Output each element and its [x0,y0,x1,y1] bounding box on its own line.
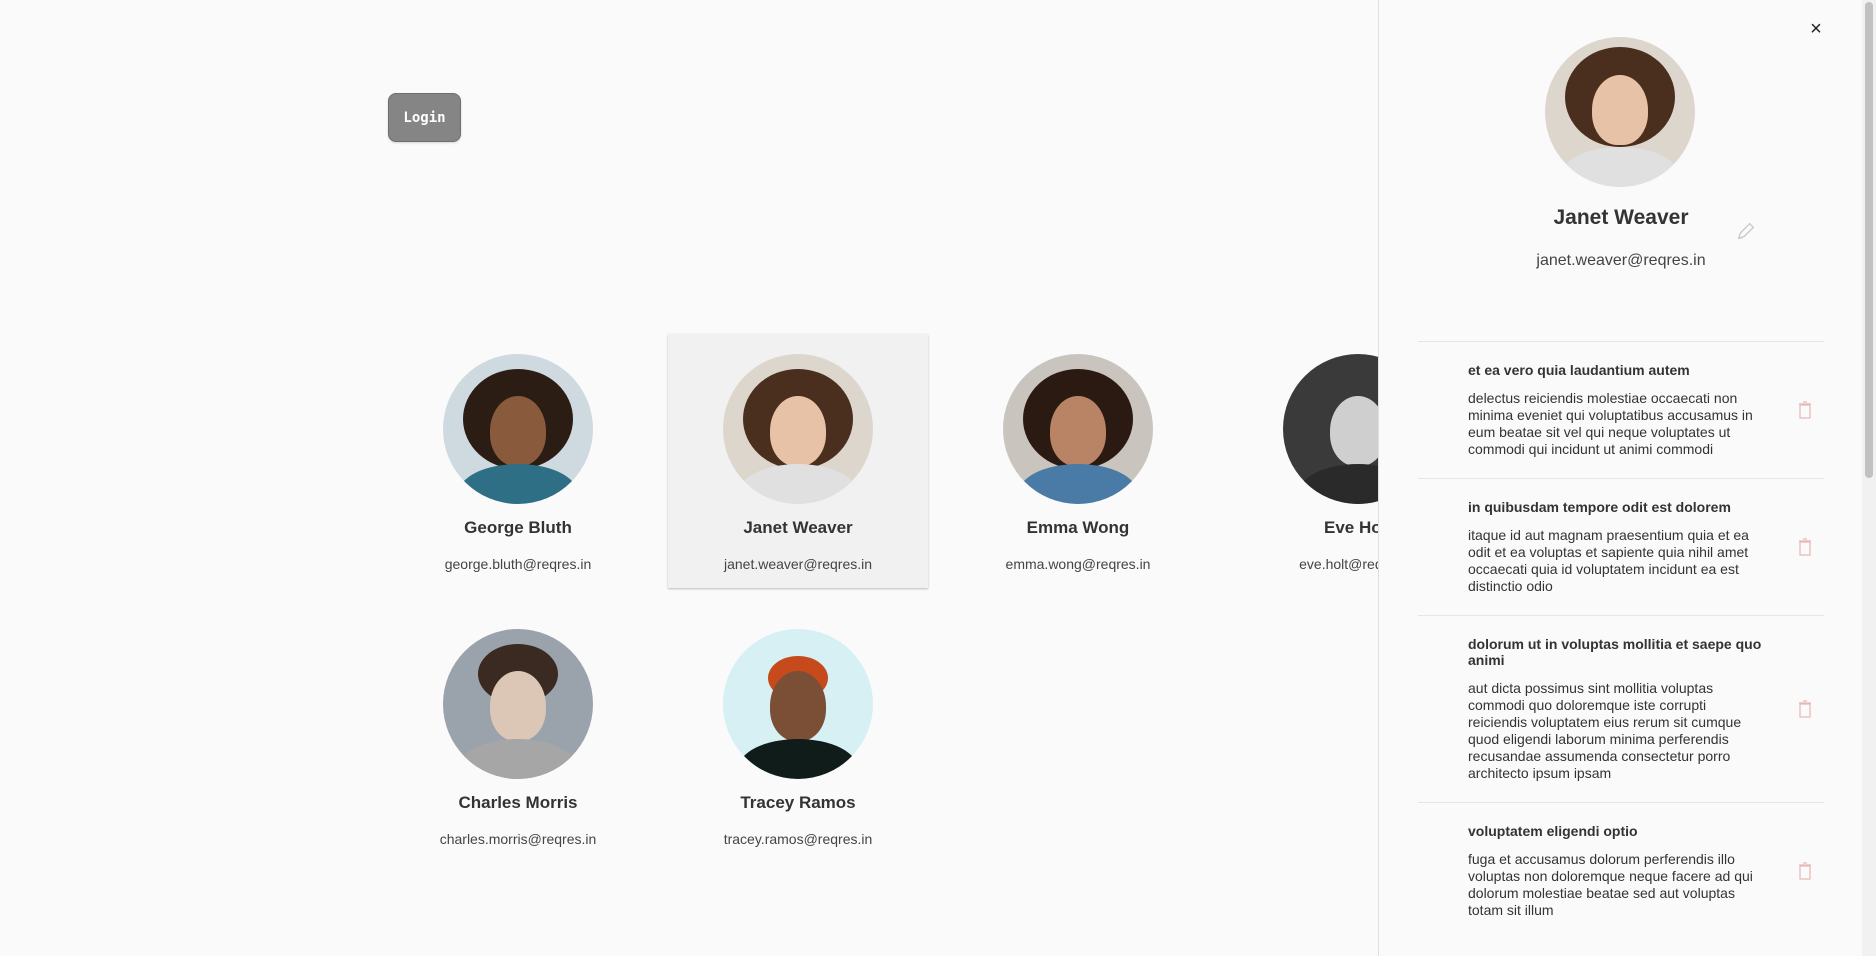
user-avatar [723,629,873,779]
user-name: Charles Morris [458,793,578,812]
post-title: voluptatem eligendi optio [1468,823,1638,839]
user-card[interactable]: Tracey Ramos tracey.ramos@reqres.in [668,609,928,863]
close-icon[interactable]: × [1805,18,1827,40]
post-item: et ea vero quia laudantium autem delectu… [1418,341,1824,478]
user-email: charles.morris@reqres.in [439,831,597,847]
user-email: tracey.ramos@reqres.in [723,831,873,847]
post-body: fuga et accusamus dolorum perferendis il… [1468,851,1753,918]
user-card[interactable]: Janet Weaver janet.weaver@reqres.in [668,334,928,588]
panel-user-name: Janet Weaver [1553,206,1689,229]
trash-icon[interactable] [1798,700,1812,718]
post-title: dolorum ut in voluptas mollitia et saepe… [1468,636,1762,668]
post-list: et ea vero quia laudantium autem delectu… [1418,341,1824,939]
post-item: voluptatem eligendi optio fuga et accusa… [1418,802,1824,939]
user-card[interactable]: Emma Wong emma.wong@reqres.in [948,334,1208,588]
user-name: George Bluth [464,518,572,537]
user-name: Janet Weaver [743,518,853,537]
user-avatar [1003,354,1153,504]
post-item: dolorum ut in voluptas mollitia et saepe… [1418,615,1824,802]
trash-icon[interactable] [1798,538,1812,556]
user-avatar [443,629,593,779]
trash-icon[interactable] [1798,862,1812,880]
user-email: emma.wong@reqres.in [1005,556,1151,572]
edit-icon[interactable] [1735,220,1757,242]
post-item: in quibusdam tempore odit est dolorem it… [1418,478,1824,615]
user-card[interactable]: Charles Morris charles.morris@reqres.in [388,609,648,863]
scrollbar-thumb[interactable] [1865,2,1873,478]
post-body: aut dicta possimus sint mollitia volupta… [1468,680,1742,781]
user-card[interactable]: George Bluth george.bluth@reqres.in [388,334,648,588]
user-name: Tracey Ramos [740,793,856,812]
post-body: delectus reiciendis molestiae occaecati … [1468,390,1753,457]
panel-user-email: janet.weaver@reqres.in [1536,252,1706,269]
user-name: Emma Wong [1026,518,1130,537]
user-avatar [723,354,873,504]
user-email: george.bluth@reqres.in [444,556,592,572]
trash-icon[interactable] [1798,401,1812,419]
post-body: itaque id aut magnam praesentium quia et… [1468,527,1749,594]
post-title: et ea vero quia laudantium autem [1468,362,1690,378]
user-detail-panel: × Janet Weaver janet.weaver@reqres.in et… [1378,0,1863,956]
user-email: janet.weaver@reqres.in [723,556,873,572]
panel-avatar [1545,37,1695,187]
user-avatar [443,354,593,504]
post-title: in quibusdam tempore odit est dolorem [1468,499,1731,515]
scrollbar[interactable] [1862,0,1876,956]
